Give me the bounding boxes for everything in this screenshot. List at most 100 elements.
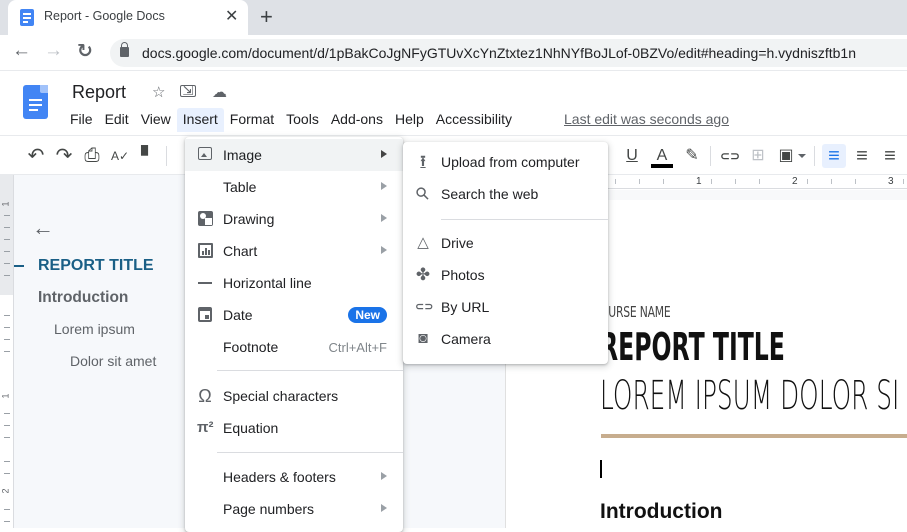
menu-item-drive[interactable]: △ Drive [403,227,608,259]
forward-icon[interactable]: → [44,40,63,62]
menu-item-label: Drive [441,235,474,251]
browser-tab-strip: Report - Google Docs ✕ + [0,0,907,35]
menu-item-label: Search the web [441,186,539,202]
drawing-icon [197,211,213,227]
address-bar[interactable]: docs.google.com/document/d/1pBakCoJgNFyG… [110,39,907,67]
menu-item-date[interactable]: Date New [185,299,403,331]
image-dropdown-arrow-icon[interactable] [798,154,806,158]
ruler-tick [615,179,616,184]
align-right-icon[interactable]: ≡ [878,144,902,168]
ruler-tick [831,179,832,184]
ruler-number: 2 [0,488,11,494]
outline-item[interactable]: Dolor sit amet [70,353,156,369]
ruler-tick [4,473,10,474]
menu-item-special-characters[interactable]: Ω Special characters [185,380,403,412]
align-center-icon[interactable]: ≡ [850,144,874,168]
menu-item-equation[interactable]: π² Equation [185,412,403,444]
move-to-folder-icon[interactable]: ⇲ [180,84,196,97]
menu-item-footnote[interactable]: Footnote Ctrl+Alt+F [185,331,403,363]
ruler-number: 3 [888,176,894,187]
close-tab-icon[interactable]: ✕ [225,6,238,26]
menu-item-chart[interactable]: Chart [185,235,403,267]
menu-item-table[interactable]: Table [185,171,403,203]
menu-item-by-url[interactable]: ⊂⊃ By URL [403,291,608,323]
menu-item-label: By URL [441,299,490,315]
ruler-tick [759,179,760,184]
underline-icon[interactable]: U [620,144,644,168]
menu-item-headers-footers[interactable]: Headers & footers [185,461,403,493]
redo-icon[interactable]: ↷ [52,144,76,168]
introduction-heading[interactable]: Introduction [600,500,722,524]
menu-item-horizontal-line[interactable]: Horizontal line [185,267,403,299]
menu-item-search-the-web[interactable]: ⚲ Search the web [403,178,608,210]
menu-item-page-numbers[interactable]: Page numbers [185,493,403,525]
menu-item-label: Image [223,147,262,163]
outline-item[interactable]: Introduction [38,289,128,307]
add-comment-icon[interactable]: ⊞ [746,144,770,168]
menu-tools[interactable]: Tools [280,108,325,132]
star-icon[interactable]: ☆ [152,83,165,101]
outline-item[interactable]: Lorem ipsum [54,321,135,337]
cloud-saved-icon[interactable]: ☁ [212,83,227,101]
outline-active-marker [14,265,24,267]
menu-add-ons[interactable]: Add-ons [325,108,389,132]
new-tab-button[interactable]: + [260,3,273,31]
last-edit-link[interactable]: Last edit was seconds ago [564,111,729,127]
submenu-arrow-icon [381,150,387,158]
ruler-tick [4,327,10,328]
toolbar-divider [166,146,167,166]
menu-item-label: Footnote [223,339,279,355]
menu-item-label: Chart [223,243,258,259]
toolbar-divider [814,146,815,166]
back-icon[interactable]: ← [12,40,31,62]
menu-item-upload-from-computer[interactable]: ⭱ Upload from computer [403,146,608,178]
omega-icon: Ω [198,386,212,406]
menu-item-label: Date [223,307,253,323]
menu-insert[interactable]: Insert [176,108,224,132]
url-text[interactable]: docs.google.com/document/d/1pBakCoJgNFyG… [142,45,856,61]
align-left-icon[interactable]: ≡ [822,144,846,168]
ruler-tick [4,251,10,252]
menu-item-photos[interactable]: ✤ Photos [403,259,608,291]
menu-item-camera[interactable]: ◙ Camera [403,323,608,355]
reload-icon[interactable]: ↻ [77,40,93,63]
spellcheck-icon[interactable]: A✓ [108,144,132,168]
ruler-tick [663,179,664,184]
menu-item-drawing[interactable]: Drawing [185,203,403,235]
docs-logo-icon[interactable] [23,85,48,119]
close-outline-icon[interactable]: ← [32,215,54,241]
undo-icon[interactable]: ↶ [24,144,48,168]
ruler-tick [4,263,10,264]
ruler-tick [4,315,10,316]
course-name-text[interactable]: OURSE NAME [600,303,671,321]
menu-format[interactable]: Format [224,108,280,132]
ruler-tick [4,239,10,240]
ruler-tick [807,179,808,184]
drive-icon: △ [417,234,429,251]
vertical-ruler[interactable]: 1 1 2 [0,175,14,528]
report-title-heading[interactable]: REPORT TITLE [600,325,785,369]
menu-view[interactable]: View [135,108,177,132]
chart-icon [197,243,213,259]
menu-file[interactable]: File [64,108,99,132]
submenu-arrow-icon [381,246,387,254]
menu-item-image[interactable]: Image [185,139,403,171]
menu-item-label: Equation [223,420,279,436]
menu-edit[interactable]: Edit [99,108,135,132]
browser-tab[interactable]: Report - Google Docs ✕ [8,0,248,35]
menu-help[interactable]: Help [389,108,430,132]
outline-item[interactable]: REPORT TITLE [38,257,154,275]
menu-divider [441,219,608,220]
ruler-tick [4,413,10,414]
print-icon[interactable]: ⎙ [80,144,104,168]
highlight-icon[interactable]: ✎ [680,144,704,168]
document-title[interactable]: Report [72,82,126,103]
subtitle-text[interactable]: LOREM IPSUM DOLOR SI [600,372,899,420]
submenu-arrow-icon [381,182,387,190]
paint-format-icon[interactable]: ▘ [136,144,160,168]
insert-image-icon[interactable]: ▣ [774,144,798,168]
ruler-tick [4,227,10,228]
text-cursor [600,460,602,478]
menu-accessibility[interactable]: Accessibility [430,108,518,132]
insert-link-icon[interactable]: ⊂⊃ [718,144,742,168]
